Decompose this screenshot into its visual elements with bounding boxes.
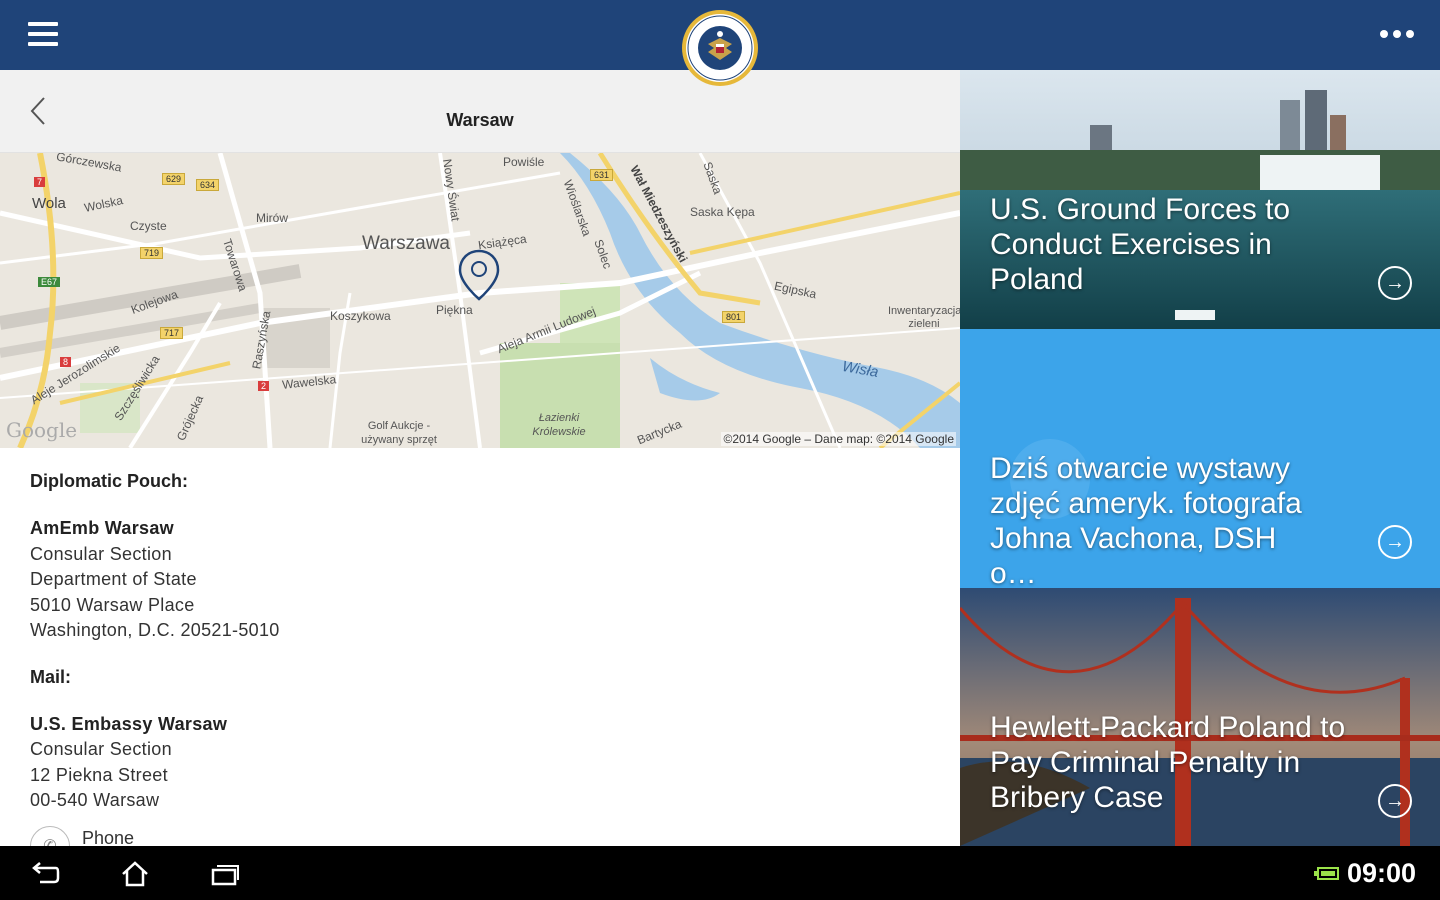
- address-line: 00-540 Warsaw: [30, 790, 160, 810]
- overflow-menu-icon[interactable]: [1380, 30, 1414, 38]
- phone-icon[interactable]: ✆: [30, 826, 70, 846]
- nav-back-icon[interactable]: [30, 860, 60, 886]
- address-line: 5010 Warsaw Place: [30, 594, 195, 615]
- road-shield: 8: [60, 357, 72, 367]
- address-line: U.S. Embassy Warsaw: [30, 713, 228, 734]
- system-navigation-bar: 09:00: [0, 846, 1440, 900]
- address-line: 12 Piekna Street: [30, 764, 168, 785]
- news-title: Dziś otwarcie wystawy zdjęć ameryk. foto…: [990, 452, 1302, 588]
- address-line: Washington, D.C. 20521-5010: [30, 620, 280, 640]
- mail-heading: Mail:: [30, 666, 72, 687]
- location-map[interactable]: Górczewska Wola Wolska Czyste Mirów Towa…: [0, 153, 960, 448]
- arrow-right-icon[interactable]: →: [1378, 784, 1412, 818]
- news-card[interactable]: Hewlett-Packard Poland to Pay Criminal P…: [960, 588, 1440, 847]
- map-label: Mirów: [256, 211, 288, 225]
- arrow-right-icon[interactable]: →: [1378, 266, 1412, 300]
- news-pane: U.S. Ground Forces to Conduct Exercises …: [960, 70, 1440, 846]
- address-details: Diplomatic Pouch: AmEmb Warsaw Consular …: [30, 468, 930, 814]
- map-label: Koszykowa: [330, 309, 391, 323]
- map-label: Saska Kępa: [690, 205, 755, 219]
- news-card[interactable]: Dziś otwarcie wystawy zdjęć ameryk. foto…: [960, 329, 1440, 588]
- road-shield: 629: [162, 173, 186, 185]
- news-card[interactable]: U.S. Ground Forces to Conduct Exercises …: [960, 70, 1440, 329]
- map-label: Wola: [32, 195, 66, 212]
- nav-home-icon[interactable]: [120, 860, 150, 888]
- page-title: Warsaw: [446, 110, 514, 130]
- address-line: AmEmb Warsaw: [30, 518, 174, 538]
- arrow-right-icon[interactable]: →: [1378, 525, 1412, 559]
- map-label: Piękna: [436, 303, 473, 317]
- address-line: Department of State: [30, 569, 197, 589]
- nav-recents-icon[interactable]: [210, 860, 240, 888]
- embassy-seal-logo[interactable]: [680, 8, 760, 88]
- map-label: Golf Aukcje - używany sprzęt: [361, 420, 437, 446]
- detail-header: Warsaw: [0, 70, 960, 153]
- pouch-heading: Diplomatic Pouch:: [30, 471, 189, 491]
- map-label: Powiśle: [503, 155, 545, 169]
- address-line: Consular Section: [30, 739, 172, 759]
- hamburger-menu-icon[interactable]: [28, 22, 58, 48]
- road-shield: 634: [196, 179, 220, 191]
- map-label: Łazienki Królewskie: [532, 412, 586, 438]
- phone-row[interactable]: ✆ Phone: [30, 826, 134, 846]
- battery-icon: [1313, 867, 1339, 880]
- map-label: Czyste: [130, 219, 167, 233]
- status-area: 09:00: [1313, 858, 1416, 889]
- map-label: Warszawa: [362, 233, 450, 254]
- road-shield: 717: [160, 327, 184, 339]
- phone-label: Phone: [82, 827, 135, 847]
- road-shield: E67: [38, 277, 61, 287]
- news-title: U.S. Ground Forces to Conduct Exercises …: [990, 193, 1291, 296]
- road-shield: 801: [722, 311, 746, 323]
- road-shield: 631: [590, 169, 614, 181]
- news-title: Hewlett-Packard Poland to Pay Criminal P…: [990, 711, 1346, 814]
- road-shield: 2: [258, 381, 270, 391]
- address-line: Consular Section: [30, 543, 172, 564]
- clock: 09:00: [1346, 858, 1416, 888]
- road-shield: 7: [34, 177, 46, 187]
- road-shield: 719: [140, 247, 164, 259]
- google-logo: Google: [6, 418, 78, 442]
- map-label: Inwentaryzacja zieleni: [888, 305, 960, 330]
- post-detail-pane: Warsaw Górczewska Wola Wolska Czyste Mir…: [0, 70, 960, 846]
- map-copyright: ©2014 Google – Dane map: ©2014 Google: [721, 432, 956, 446]
